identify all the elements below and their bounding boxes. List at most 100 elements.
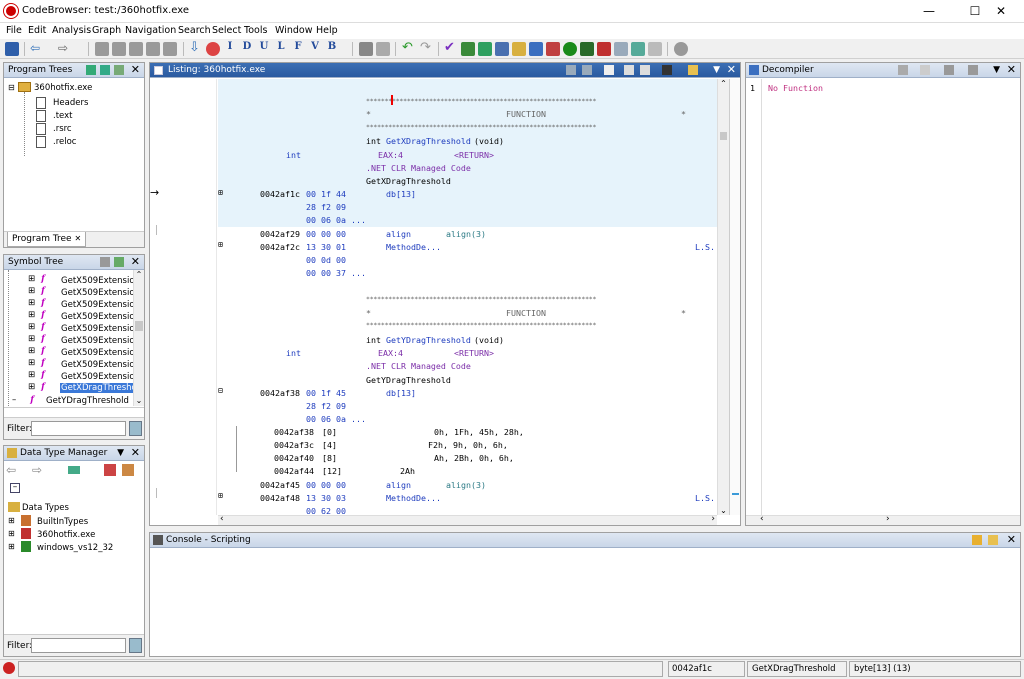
filter-options-icon[interactable] [129, 638, 142, 653]
graph-icon[interactable] [968, 65, 978, 75]
menu-navigation[interactable]: Navigation [125, 25, 176, 36]
menu-file[interactable]: File [6, 25, 22, 36]
menu-select[interactable]: Select [212, 25, 241, 36]
clear-icon[interactable] [988, 535, 998, 545]
tree-item[interactable]: .reloc [53, 137, 76, 147]
expand-toggle-icon[interactable]: ⊞ [28, 346, 35, 356]
menu-analysis[interactable]: Analysis [52, 25, 91, 36]
overview-bar[interactable] [729, 79, 740, 515]
back-arrow-icon[interactable]: ⇦ [30, 42, 44, 56]
xref[interactable]: L.S. [695, 242, 715, 252]
field-edit-icon[interactable] [624, 65, 634, 75]
paste-icon[interactable] [376, 42, 390, 56]
listing-vscroll[interactable]: ⌃ ⌄ [717, 79, 729, 515]
expand-toggle-icon[interactable]: ⊞ [28, 370, 35, 380]
nav-doc-icon[interactable] [129, 42, 143, 56]
xref[interactable]: L.S. [695, 493, 715, 503]
close-icon[interactable]: ✕ [1007, 533, 1016, 547]
address[interactable]: 0042af38 [274, 427, 314, 437]
decompiler-hscroll[interactable]: ‹ › [746, 514, 1020, 525]
symbol-label[interactable]: GetX509Extensions [61, 324, 144, 334]
decompile-icon[interactable] [529, 42, 543, 56]
address[interactable]: 0042af2c [260, 242, 300, 252]
symbol-label[interactable]: GetX509Extensions [61, 288, 144, 298]
dropdown-icon[interactable]: ▼ [993, 63, 1000, 77]
close-icon[interactable]: ✕ [1007, 63, 1016, 77]
listing-hscroll[interactable]: ‹ › [218, 514, 717, 525]
address[interactable]: 0042af45 [260, 480, 300, 490]
tree-item[interactable]: 360hotfix.exe [37, 530, 95, 540]
scroll-right-icon[interactable]: › [711, 514, 715, 524]
decompiler-view[interactable]: 1 No Function [746, 79, 1020, 515]
copy-icon[interactable] [566, 65, 576, 75]
bookmark-icon[interactable]: B [325, 41, 339, 56]
run-icon[interactable] [563, 42, 577, 56]
data-icon[interactable]: D [240, 41, 254, 56]
scroll-down-icon[interactable]: ⌄ [134, 396, 144, 405]
minimize-button[interactable]: — [906, 0, 952, 23]
checkin-icon[interactable] [648, 42, 662, 56]
symbol-label[interactable]: GetX509Extensions [61, 312, 144, 322]
tree-root-label[interactable]: 360hotfix.exe [34, 83, 92, 93]
undo-icon[interactable]: ↶ [402, 41, 416, 56]
nav-doc-icon[interactable] [95, 42, 109, 56]
export-icon[interactable] [944, 65, 954, 75]
expand-toggle-icon[interactable]: ⊞ [28, 286, 35, 296]
navigate-icon[interactable] [100, 257, 110, 267]
copy-icon[interactable] [920, 65, 930, 75]
close-icon[interactable]: ✕ [727, 63, 736, 77]
expand-toggle-icon[interactable]: ⊞ [8, 516, 15, 525]
expand-toggle-icon[interactable]: ⊞ [8, 529, 15, 538]
close-icon[interactable]: ✕ [131, 63, 140, 77]
scrollbar-thumb[interactable] [135, 321, 143, 331]
symbol-icon[interactable] [546, 42, 560, 56]
menu-window[interactable]: Window [275, 25, 312, 36]
undefined-icon[interactable]: U [257, 41, 271, 56]
dtm-filter-input[interactable] [31, 638, 126, 653]
scroll-left-icon[interactable]: ‹ [220, 514, 224, 524]
listing-icon[interactable] [495, 42, 509, 56]
symbol-label[interactable]: GetX509Extensions [61, 300, 144, 310]
refresh-icon[interactable] [114, 257, 124, 267]
snapshot-icon[interactable] [662, 65, 672, 75]
disassemble-icon[interactable]: I [223, 41, 237, 56]
collapse-data-icon[interactable]: ⊟ [218, 386, 223, 395]
save-icon[interactable] [5, 42, 19, 56]
tree-root-label[interactable]: Data Types [22, 503, 69, 513]
forward-arrow-icon[interactable]: ⇨ [32, 463, 42, 477]
tree-item[interactable]: .rsrc [53, 124, 72, 134]
symbol-tree-scrollbar[interactable]: ⌃ ⌄ [133, 270, 144, 406]
cursor-icon[interactable] [604, 65, 614, 75]
listing-code[interactable]: ****************************************… [218, 79, 717, 515]
toggle-icon[interactable] [688, 65, 698, 75]
copy-icon[interactable] [359, 42, 373, 56]
diff-icon[interactable] [640, 65, 650, 75]
symbol-label[interactable]: GetX509Extensions [61, 276, 144, 286]
forward-arrow-icon[interactable]: ⇨ [58, 42, 72, 56]
nav-doc-icon[interactable] [163, 42, 177, 56]
console-status-icon[interactable] [3, 662, 15, 674]
expand-data-icon[interactable]: ⊞ [218, 240, 223, 249]
function-name[interactable]: GetXDragThreshold [386, 136, 471, 146]
scroll-left-icon[interactable]: ‹ [760, 514, 764, 524]
expand-toggle-icon[interactable]: ⊞ [28, 322, 35, 332]
tree-item[interactable]: BuiltInTypes [37, 517, 88, 527]
checkmark-icon[interactable]: ✔ [444, 41, 458, 56]
dropdown-icon[interactable]: ▼ [117, 446, 124, 460]
address[interactable]: 0042af3c [274, 440, 314, 450]
label-icon[interactable]: L [274, 41, 288, 56]
collapse-icon[interactable] [114, 65, 124, 75]
address[interactable]: 0042af1c [260, 189, 300, 199]
table-icon[interactable] [614, 42, 628, 56]
address[interactable]: 0042af29 [260, 229, 300, 239]
filter-options-icon[interactable] [129, 421, 142, 436]
menu-search[interactable]: Search [178, 25, 211, 36]
scrollbar-thumb[interactable] [720, 132, 727, 140]
expand-toggle-icon[interactable]: ⊞ [28, 298, 35, 308]
symbol-label-selected[interactable]: GetXDragThreshold [60, 383, 144, 393]
archive-icon[interactable] [68, 466, 80, 474]
address[interactable]: 0042af40 [274, 453, 314, 463]
console-output[interactable] [150, 549, 1020, 656]
scroll-up-icon[interactable]: ⌃ [718, 79, 729, 88]
redo-icon[interactable]: ↷ [420, 41, 434, 56]
